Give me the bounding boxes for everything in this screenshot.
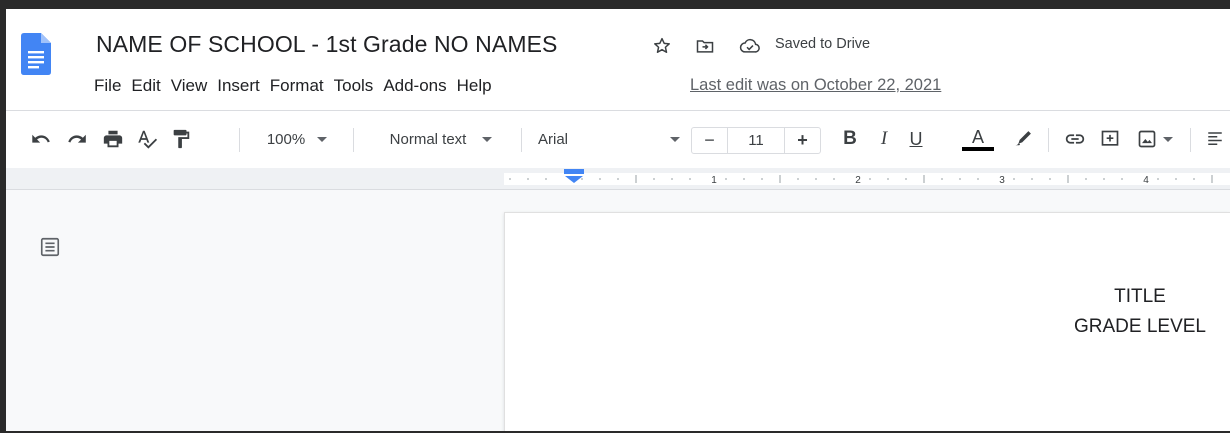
document-title[interactable]: NAME OF SCHOOL - 1st Grade NO NAMES <box>96 31 557 58</box>
document-outline-icon[interactable] <box>39 236 61 258</box>
zoom-select[interactable]: 100% <box>254 125 340 153</box>
header: NAME OF SCHOOL - 1st Grade NO NAMES Save… <box>6 9 1230 110</box>
link-icon[interactable] <box>1061 125 1089 153</box>
align-icon[interactable] <box>1202 125 1228 153</box>
docs-window: NAME OF SCHOOL - 1st Grade NO NAMES Save… <box>6 9 1230 431</box>
menu-view[interactable]: View <box>166 73 213 99</box>
zoom-value: 100% <box>266 130 306 148</box>
toolbar: 100% Normal text Arial − 11 + B I U A <box>6 110 1230 168</box>
menu-bar: File Edit View Insert Format Tools Add-o… <box>89 73 497 99</box>
increase-font-size-button[interactable]: + <box>785 128 820 153</box>
menu-insert[interactable]: Insert <box>212 73 265 99</box>
document-grade-line[interactable]: GRADE LEVEL <box>990 316 1230 338</box>
chevron-down-icon <box>670 136 680 142</box>
image-icon[interactable] <box>1132 125 1178 153</box>
chevron-down-icon <box>317 136 328 142</box>
print-icon[interactable] <box>100 125 126 153</box>
comment-icon[interactable] <box>1096 125 1124 153</box>
menu-add-ons[interactable]: Add-ons <box>378 73 451 99</box>
menu-edit[interactable]: Edit <box>126 73 165 99</box>
menu-help[interactable]: Help <box>452 73 497 99</box>
style-value: Normal text <box>389 130 467 148</box>
text-color-button[interactable]: A <box>961 125 995 153</box>
font-size-input[interactable]: 11 <box>727 128 785 153</box>
ruler[interactable]: 1 2 3 4 <box>6 168 1230 190</box>
undo-icon[interactable] <box>28 125 54 153</box>
ruler-scale: 1 2 3 4 <box>504 169 1230 186</box>
document-canvas: TITLE GRADE LEVEL <box>6 190 1230 431</box>
last-edit-link[interactable]: Last edit was on October 22, 2021 <box>690 74 941 96</box>
chevron-down-icon <box>482 136 493 142</box>
toolbar-divider <box>1048 128 1049 152</box>
ruler-label: 4 <box>1143 175 1149 186</box>
font-value: Arial <box>538 130 569 148</box>
redo-icon[interactable] <box>64 125 90 153</box>
ruler-label: 3 <box>999 175 1005 186</box>
decrease-font-size-button[interactable]: − <box>692 128 727 153</box>
toolbar-divider <box>1190 128 1191 152</box>
cloud-saved-icon[interactable] <box>739 35 761 57</box>
star-icon[interactable] <box>651 35 673 57</box>
docs-logo-icon[interactable] <box>21 33 51 75</box>
menu-format[interactable]: Format <box>265 73 329 99</box>
menu-file[interactable]: File <box>89 73 126 99</box>
first-line-indent-handle[interactable] <box>564 169 584 174</box>
highlight-icon[interactable] <box>1010 125 1036 153</box>
document-title-line[interactable]: TITLE <box>990 286 1230 308</box>
bold-button[interactable]: B <box>837 125 863 153</box>
text-color-swatch <box>962 146 994 151</box>
save-status[interactable]: Saved to Drive <box>775 36 870 52</box>
text-color-letter: A <box>971 126 984 147</box>
toolbar-divider <box>239 128 240 152</box>
italic-button[interactable]: I <box>871 125 897 153</box>
toolbar-divider <box>353 128 354 152</box>
document-page[interactable]: TITLE GRADE LEVEL <box>504 212 1230 431</box>
underline-button[interactable]: U <box>903 125 929 153</box>
font-select[interactable]: Arial <box>538 125 680 153</box>
spellcheck-icon[interactable] <box>134 125 160 153</box>
menu-tools[interactable]: Tools <box>329 73 379 99</box>
paint-format-icon[interactable] <box>168 125 194 153</box>
move-to-folder-icon[interactable] <box>694 35 716 57</box>
toolbar-divider <box>521 128 522 152</box>
style-select[interactable]: Normal text <box>368 125 514 153</box>
chevron-down-icon <box>1163 136 1173 142</box>
ruler-label: 1 <box>711 175 717 186</box>
ruler-label: 2 <box>855 175 861 186</box>
font-size-stepper: − 11 + <box>691 127 821 154</box>
